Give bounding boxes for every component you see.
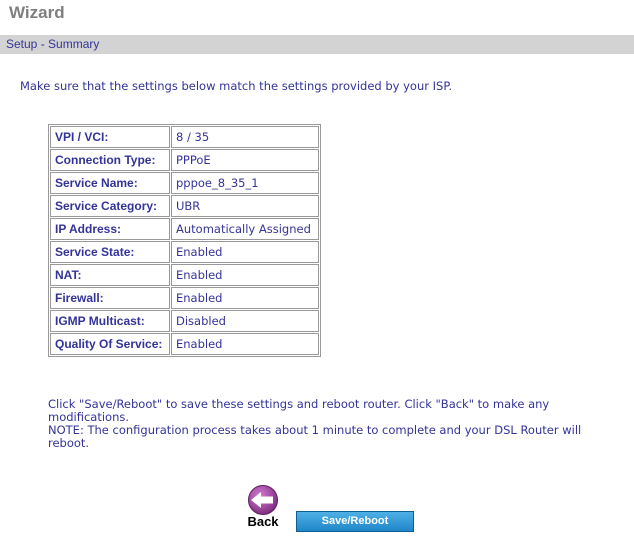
page-title: Wizard [9,3,65,22]
instructions: Click "Save/Reboot" to save these settin… [48,398,618,450]
table-row: IGMP Multicast: Disabled [50,310,319,332]
summary-key: VPI / VCI: [50,126,170,148]
summary-value: Disabled [171,310,319,332]
summary-key: Service Category: [50,195,170,217]
table-row: Quality Of Service: Enabled [50,333,319,355]
summary-value: Enabled [171,264,319,286]
section-title: Setup - Summary [6,37,100,51]
summary-key: NAT: [50,264,170,286]
summary-key: Firewall: [50,287,170,309]
summary-value: pppoe_8_35_1 [171,172,319,194]
section-header-bar: Setup - Summary [0,35,634,54]
summary-value: Enabled [171,333,319,355]
table-row: Service State: Enabled [50,241,319,263]
summary-key: Connection Type: [50,149,170,171]
table-row: Service Category: UBR [50,195,319,217]
back-button-label: Back [247,514,279,529]
summary-value: Automatically Assigned [171,218,319,240]
reboot-note: NOTE: The configuration process takes ab… [48,423,582,450]
summary-value: Enabled [171,241,319,263]
table-row: IP Address: Automatically Assigned [50,218,319,240]
summary-key: Quality Of Service: [50,333,170,355]
summary-value: 8 / 35 [171,126,319,148]
summary-key: Service Name: [50,172,170,194]
table-row: VPI / VCI: 8 / 35 [50,126,319,148]
table-row: Connection Type: PPPoE [50,149,319,171]
save-instruction: Click "Save/Reboot" to save these settin… [48,397,550,424]
back-arrow-icon [248,485,278,515]
summary-table: VPI / VCI: 8 / 35 Connection Type: PPPoE… [48,124,321,357]
back-button[interactable]: Back [243,484,283,530]
summary-key: IGMP Multicast: [50,310,170,332]
summary-key: IP Address: [50,218,170,240]
table-row: NAT: Enabled [50,264,319,286]
summary-key: Service State: [50,241,170,263]
table-row: Firewall: Enabled [50,287,319,309]
intro-text: Make sure that the settings below match … [20,79,453,93]
summary-value: Enabled [171,287,319,309]
summary-value: UBR [171,195,319,217]
summary-value: PPPoE [171,149,319,171]
table-row: Service Name: pppoe_8_35_1 [50,172,319,194]
save-reboot-button[interactable]: Save/Reboot [296,511,414,532]
